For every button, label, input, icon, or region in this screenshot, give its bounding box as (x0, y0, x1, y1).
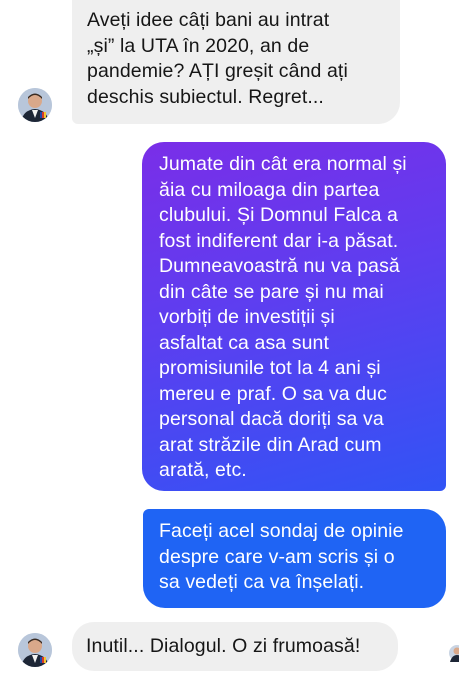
contact-avatar-icon[interactable] (18, 633, 52, 667)
seen-avatar-icon (448, 644, 459, 662)
outgoing-message-2[interactable]: Faceți acel sondaj de opinie despre care… (143, 509, 446, 608)
contact-avatar-icon[interactable] (18, 88, 52, 122)
incoming-message-1[interactable]: Aveți idee câți bani au intrat „și” la U… (72, 0, 400, 124)
incoming-message-2[interactable]: Inutil... Dialogul. O zi frumoasă! (72, 622, 398, 671)
outgoing-message-1[interactable]: Jumate din cât era normal și ăia cu milo… (142, 142, 446, 491)
